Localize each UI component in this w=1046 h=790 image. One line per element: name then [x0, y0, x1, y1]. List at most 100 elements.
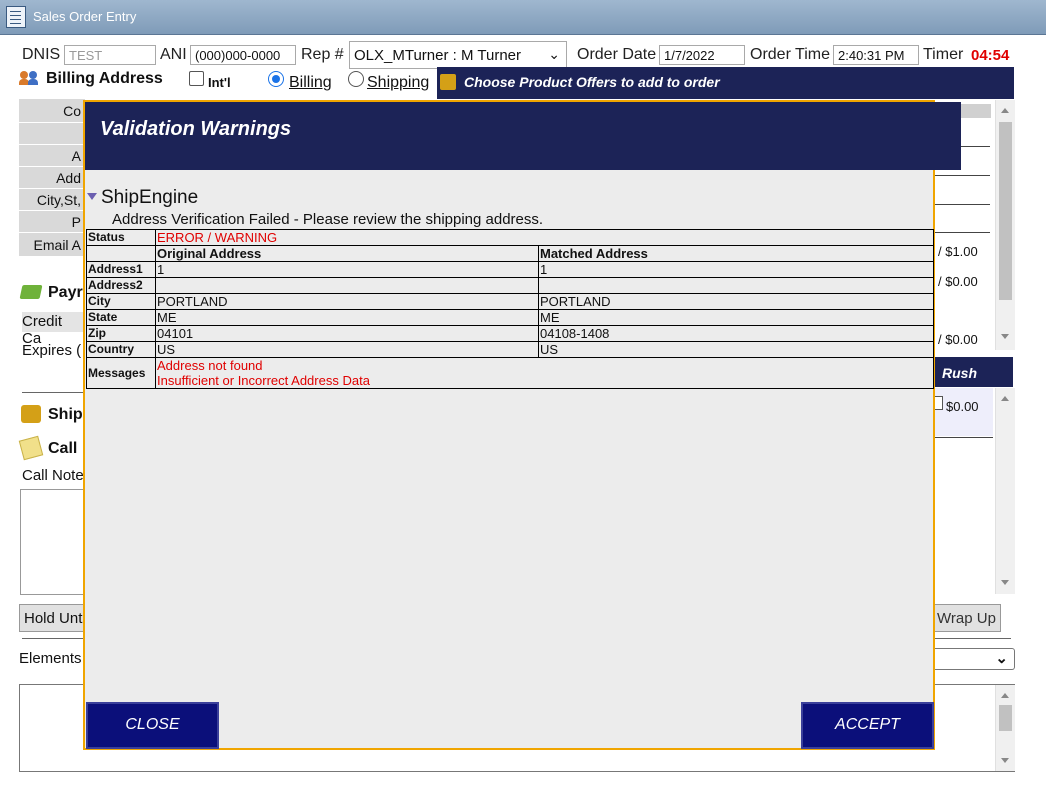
table-row: Address1 1 1	[86, 261, 934, 278]
validation-message: Address Verification Failed - Please rev…	[112, 211, 544, 228]
elements-scrollbar[interactable]	[995, 685, 1015, 771]
original-value: PORTLAND	[155, 293, 539, 310]
original-value: 1	[155, 261, 539, 278]
order-date-input[interactable]: 1/7/2022	[659, 45, 745, 65]
ani-input[interactable]: (000)000-0000	[190, 45, 296, 65]
billing-label-city: City,St,	[19, 189, 85, 211]
matched-value: PORTLAND	[538, 293, 934, 310]
intl-label: Int'l	[208, 75, 231, 90]
package-icon	[21, 405, 41, 423]
wrap-up-button[interactable]: Wrap Up	[935, 604, 1001, 632]
chevron-down-icon: ⌄	[548, 46, 560, 62]
note-icon	[18, 435, 44, 461]
divider	[22, 638, 84, 639]
offer-price: / $1.00	[938, 244, 978, 259]
billing-radio-label: Billing	[289, 74, 332, 91]
order-time-input[interactable]: 2:40:31 PM	[833, 45, 919, 65]
matched-value: 1	[538, 261, 934, 278]
package-icon	[440, 74, 456, 90]
hold-until-button[interactable]: Hold Unt	[19, 604, 85, 632]
divider	[935, 175, 990, 176]
call-notes-title: Call	[48, 440, 78, 457]
order-date-label: Order Date	[577, 46, 657, 63]
close-button[interactable]: CLOSE	[86, 702, 219, 749]
matched-value: ME	[538, 309, 934, 326]
billing-label-address2: Add	[19, 167, 85, 189]
divider	[935, 437, 993, 438]
address-comparison-table: Status ERROR / WARNING Original Address …	[86, 229, 934, 389]
rep-select-value: OLX_MTurner : M Turner	[354, 47, 521, 64]
ani-label: ANI	[160, 46, 187, 63]
original-value: 04101	[155, 325, 539, 342]
expires-label: Expires (	[22, 342, 82, 359]
original-value	[155, 277, 539, 294]
row-label: City	[86, 293, 156, 310]
row-label: Zip	[86, 325, 156, 342]
provider-name: ShipEngine	[101, 187, 199, 208]
shipping-scrollbar[interactable]	[995, 388, 1015, 594]
row-label: State	[86, 309, 156, 326]
table-row: Messages Address not found Insufficient …	[86, 357, 934, 389]
window-title: Sales Order Entry	[33, 9, 137, 24]
accept-button[interactable]: ACCEPT	[801, 702, 934, 749]
table-row: City PORTLAND PORTLAND	[86, 293, 934, 310]
hold-until-label: Hold Unt	[24, 610, 83, 627]
rep-label: Rep #	[301, 46, 344, 63]
shipping-radio-label: Shipping	[367, 74, 430, 91]
table-row: Original Address Matched Address	[86, 245, 934, 262]
rush-price: $0.00	[946, 399, 979, 414]
billing-label-company: Co	[19, 99, 85, 123]
table-row: Country US US	[86, 341, 934, 358]
billing-radio[interactable]	[268, 71, 284, 87]
triangle-down-icon[interactable]	[87, 193, 97, 200]
table-row: Status ERROR / WARNING	[86, 229, 934, 246]
table-row: Zip 04101 04108-1408	[86, 325, 934, 342]
offer-price: / $0.00	[938, 274, 978, 289]
rush-label: Rush	[942, 365, 977, 381]
dnis-input[interactable]: TEST	[64, 45, 156, 65]
dialog-title: Validation Warnings	[100, 118, 292, 140]
window-title-bar: Sales Order Entry	[0, 0, 1046, 35]
intl-checkbox[interactable]	[189, 71, 204, 86]
column-header-original: Original Address	[155, 245, 539, 262]
billing-label-address1: A	[19, 145, 85, 167]
divider	[935, 232, 990, 233]
billing-label-phone: P	[19, 211, 85, 233]
call-notes-textarea[interactable]	[20, 489, 86, 595]
messages-label: Messages	[86, 357, 156, 389]
credit-card-label-bg: Credit Ca	[22, 312, 85, 347]
matched-value	[538, 277, 934, 294]
payment-title: Payr	[48, 284, 83, 301]
status-value: ERROR / WARNING	[155, 229, 934, 246]
offers-scrollbar[interactable]	[995, 100, 1015, 350]
credit-card-icon	[19, 285, 43, 299]
rep-select[interactable]: OLX_MTurner : M Turner ⌄	[349, 41, 567, 69]
matched-value: 04108-1408	[538, 325, 934, 342]
billing-address-title: Billing Address	[46, 70, 163, 87]
divider	[935, 638, 1011, 639]
timer-label: Timer	[923, 46, 964, 63]
original-value: US	[155, 341, 539, 358]
table-cell	[86, 245, 156, 262]
matched-value: US	[538, 341, 934, 358]
elements-select[interactable]: ⌄	[935, 648, 1015, 670]
offer-price: / $0.00	[938, 332, 978, 347]
shipping-radio[interactable]	[348, 71, 364, 87]
elements-label: Elements	[19, 650, 82, 667]
original-value: ME	[155, 309, 539, 326]
status-label: Status	[86, 229, 156, 246]
table-row: Address2	[86, 277, 934, 294]
chevron-down-icon: ⌄	[995, 650, 1008, 667]
dialog-header: Validation Warnings	[85, 102, 961, 170]
row-label: Address1	[86, 261, 156, 278]
document-icon	[6, 6, 26, 28]
wrap-up-label: Wrap Up	[937, 610, 996, 627]
divider	[935, 204, 990, 205]
rush-checkbox[interactable]	[934, 396, 943, 410]
message-line: Address not found	[157, 358, 263, 373]
offers-panel-header: Choose Product Offers to add to order	[437, 67, 1014, 99]
column-header-matched: Matched Address	[538, 245, 934, 262]
timer-value: 04:54	[971, 47, 1010, 64]
validation-warnings-dialog: Validation Warnings ShipEngine Address V…	[83, 100, 961, 750]
order-time-label: Order Time	[750, 46, 831, 63]
